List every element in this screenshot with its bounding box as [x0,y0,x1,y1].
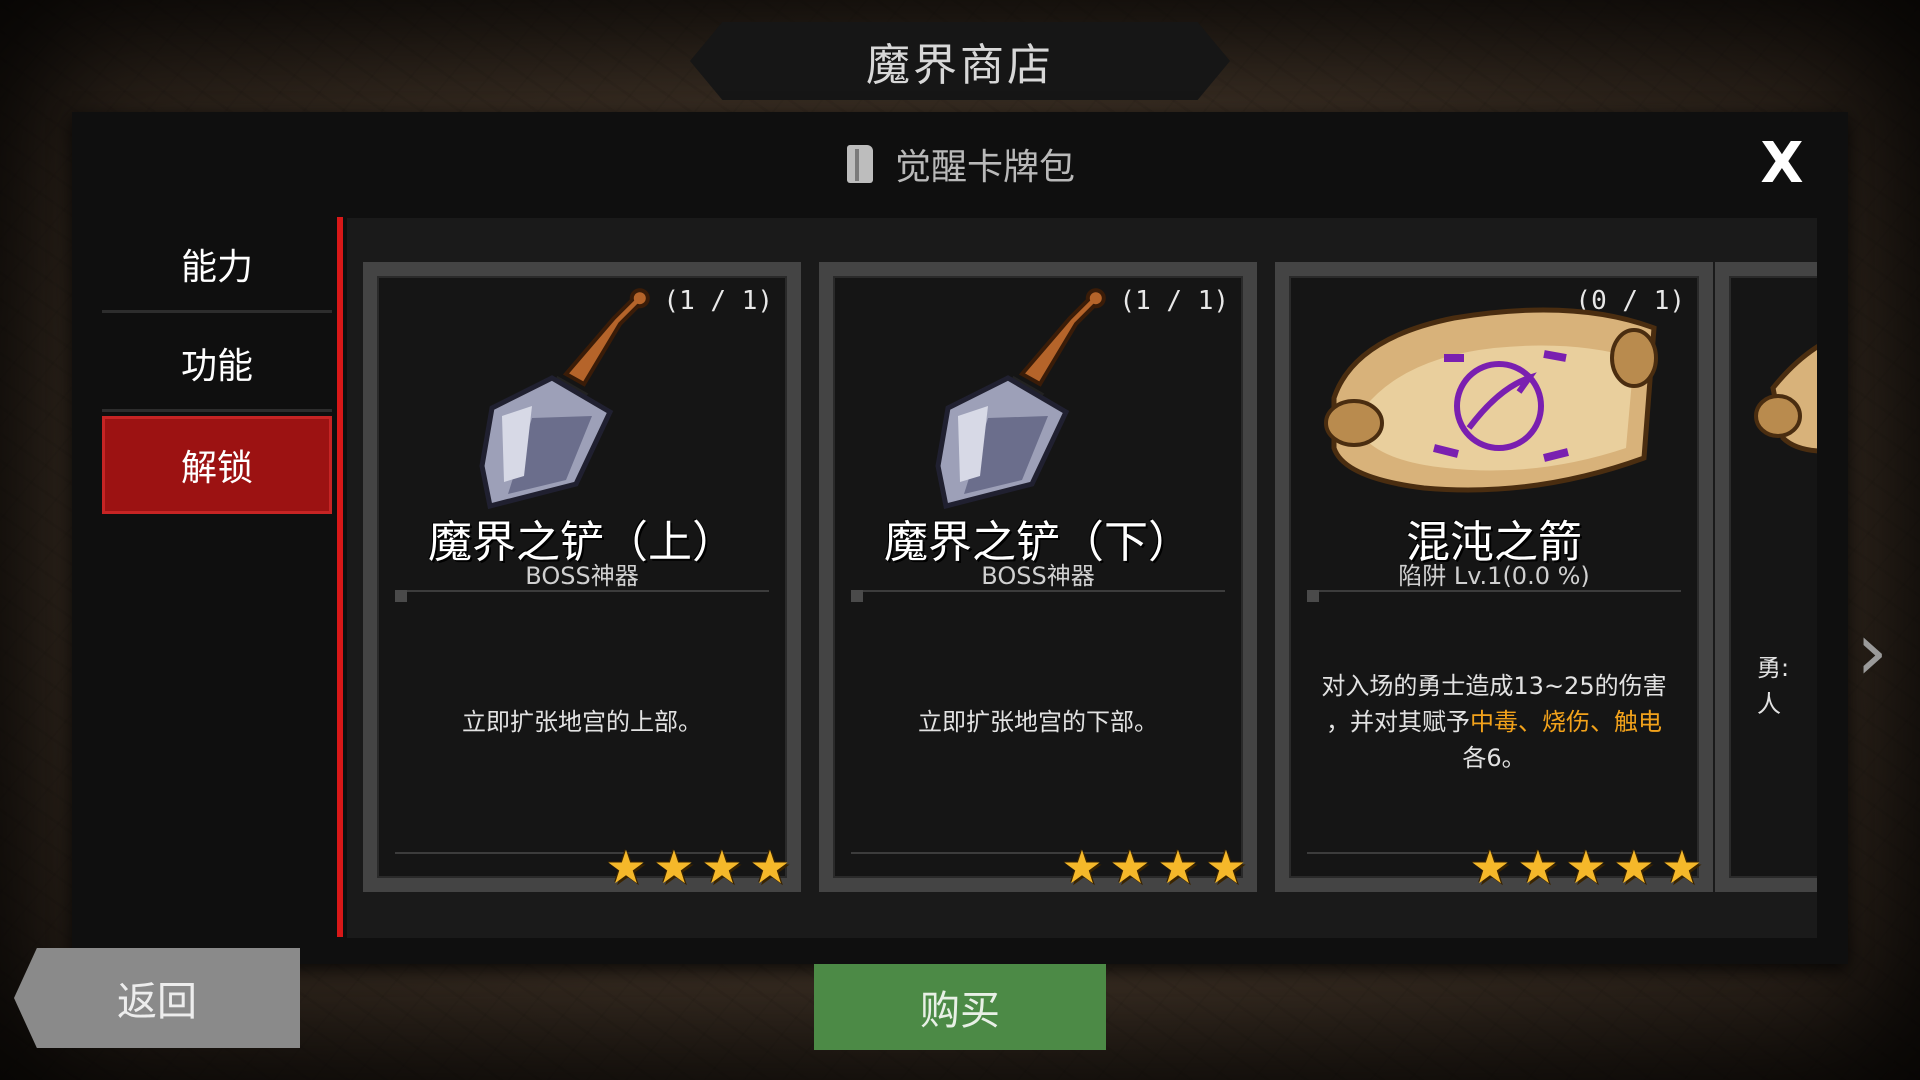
star-icon: ★ [701,840,743,894]
card-list: (1 / 1) 魔界之铲（上） BOSS神器 立即扩张地宫的上部。 ★ ★ ★ [347,218,1817,938]
card-description: 立即扩张地宫的下部。 [918,708,1158,736]
close-button[interactable]: X [1752,134,1812,194]
description-line: 对入场的勇士造成13~25的伤害 [1321,672,1667,700]
panel-subtitle: 觉醒卡牌包 [894,147,1075,188]
star-icon: ★ [1469,840,1511,894]
shop-card-shovel-lower[interactable]: (1 / 1) 魔界之铲（下） BOSS神器 立即扩张地宫的下部。 ★ ★ ★ [819,262,1257,892]
sidebar-item-label: 解锁 [180,448,253,489]
card-type: BOSS神器 [525,562,639,590]
star-icon: ★ [605,840,647,894]
scroll-icon [1754,344,1817,454]
star-rating: ★ ★ ★ ★ [1059,844,1249,890]
shovel-icon [479,288,650,510]
sidebar-item-ability[interactable]: 能力 [102,218,332,313]
category-sidebar: 能力 功能 解锁 [102,218,332,518]
effect-burn: 烧伤 [1542,708,1590,736]
sidebar-item-label: 能力 [180,247,253,288]
shop-card-partial[interactable]: 勇: 人 [1715,262,1817,892]
star-icon: ★ [1565,840,1607,894]
star-icon: ★ [1661,840,1703,894]
star-rating: ★ ★ ★ ★ ★ [1467,844,1705,890]
card-description-box: 对入场的勇士造成13~25的伤害 ，并对其赋予中毒、烧伤、触电 各6。 [1307,590,1681,854]
card-description: 对入场的勇士造成13~25的伤害 ，并对其赋予中毒、烧伤、触电 各6。 [1307,668,1681,776]
shop-title: 魔界商店 [866,40,1054,91]
star-rating: ★ ★ ★ ★ [603,844,793,890]
buy-button[interactable]: 购买 [814,964,1106,1050]
card-type: BOSS神器 [981,562,1095,590]
card-description: 勇: 人 [1757,650,1789,722]
sidebar-divider [337,217,343,937]
card-pack-icon [845,143,879,185]
description-text: ，并对其赋予 [1326,708,1470,736]
shop-title-banner: 魔界商店 [690,22,1230,100]
sidebar-item-function[interactable]: 功能 [102,317,332,412]
star-icon: ★ [1205,840,1247,894]
card-description: 立即扩张地宫的上部。 [462,708,702,736]
star-icon: ★ [1109,840,1151,894]
panel-header: 觉醒卡牌包 [72,112,1848,216]
description-line: 各6。 [1462,744,1526,772]
star-icon: ★ [1157,840,1199,894]
chevron-right-icon[interactable]: › [1852,612,1892,692]
star-icon: ★ [1613,840,1655,894]
back-button[interactable]: 返回 [14,948,300,1048]
description-line: 勇: [1757,654,1790,682]
card-body: 勇: 人 [1729,276,1817,878]
star-icon: ★ [653,840,695,894]
description-line: 人 [1757,690,1781,718]
scroll-icon [1324,307,1658,493]
card-body: (0 / 1) 混沌之箭 陷阱 Lv.1(0.0 %) 对入场的勇士造成13~2… [1289,276,1703,890]
star-icon: ★ [749,840,791,894]
card-description-box: 立即扩张地宫的下部。 [851,590,1225,854]
shop-card-chaos-arrow[interactable]: (0 / 1) 混沌之箭 陷阱 Lv.1(0.0 %) 对入场的勇士造成13~2… [1275,262,1713,892]
card-type: 陷阱 Lv.1(0.0 %) [1398,562,1590,590]
effect-separator: 、 [1590,708,1614,736]
shovel-icon [935,288,1106,510]
card-body: (1 / 1) 魔界之铲（上） BOSS神器 立即扩张地宫的上部。 ★ ★ ★ [377,276,791,890]
effect-poison: 中毒 [1470,708,1518,736]
sidebar-item-label: 功能 [180,346,253,387]
star-icon: ★ [1517,840,1559,894]
card-body: (1 / 1) 魔界之铲（下） BOSS神器 立即扩张地宫的下部。 ★ ★ ★ [833,276,1247,890]
effect-shock: 触电 [1614,708,1662,736]
effect-separator: 、 [1518,708,1542,736]
card-description-box: 立即扩张地宫的上部。 [395,590,769,854]
sidebar-item-unlock[interactable]: 解锁 [102,416,332,514]
star-icon: ★ [1061,840,1103,894]
shop-card-shovel-upper[interactable]: (1 / 1) 魔界之铲（上） BOSS神器 立即扩张地宫的上部。 ★ ★ ★ [363,262,801,892]
shop-panel: 觉醒卡牌包 X 能力 功能 解锁 (1 / 1) 魔界之铲（上） BOSS神器 … [72,112,1888,964]
